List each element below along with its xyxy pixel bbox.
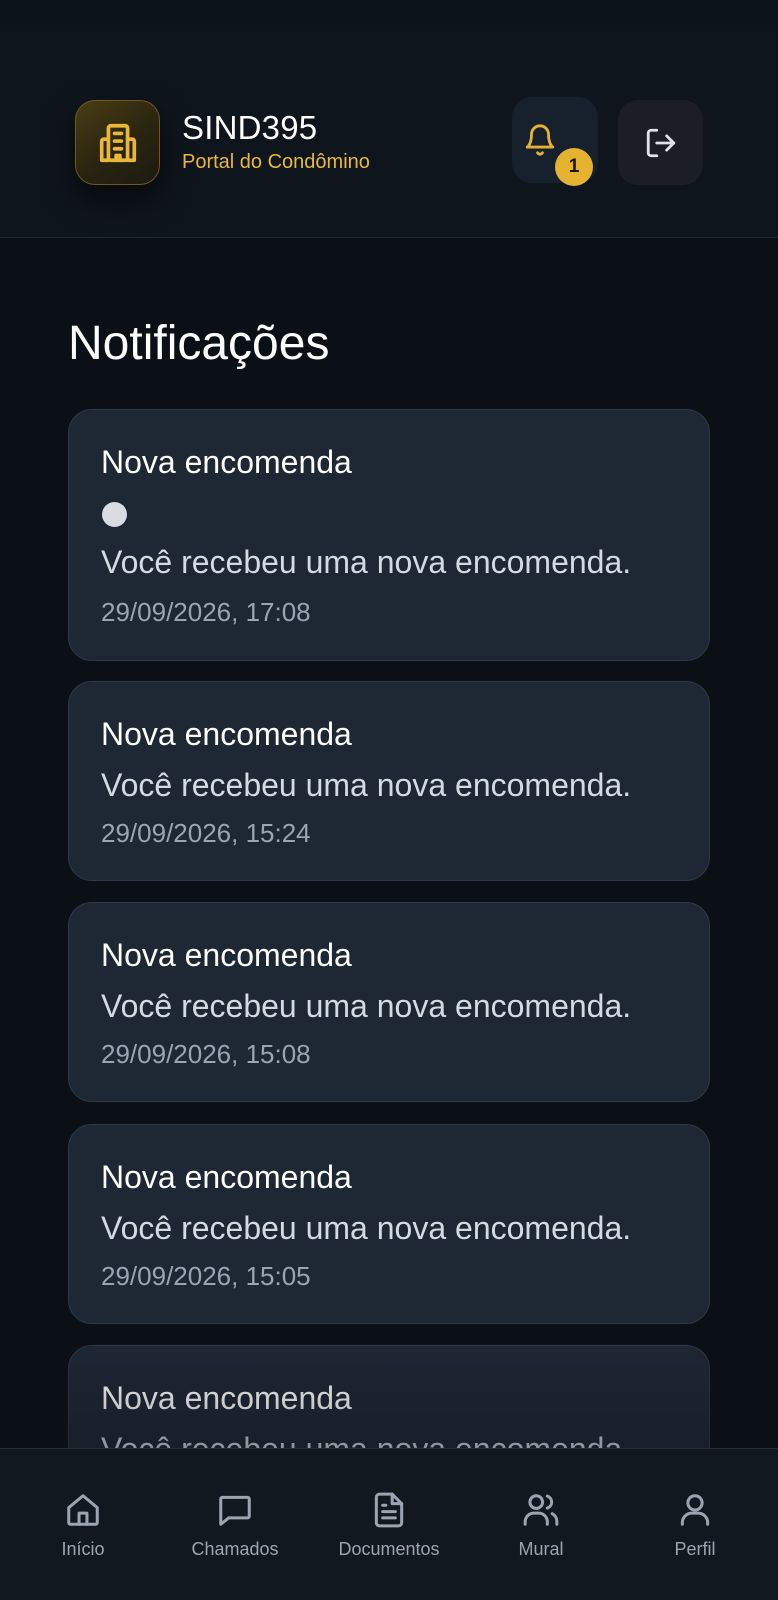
nav-item-chamados[interactable]: Chamados — [160, 1449, 310, 1600]
home-icon — [67, 1494, 99, 1526]
logo — [75, 100, 160, 185]
bell-icon — [525, 124, 555, 156]
nav-label: Perfil — [674, 1539, 716, 1559]
app-subtitle: Portal do Condômino — [182, 151, 370, 173]
nav-label: Início — [61, 1539, 105, 1559]
notification-time: 29/09/2026, 15:05 — [101, 1261, 311, 1291]
nav-label: Documentos — [338, 1539, 440, 1559]
nav-item-documentos[interactable]: Documentos — [314, 1449, 464, 1600]
nav-label: Chamados — [191, 1539, 279, 1559]
notification-time: 29/09/2026, 17:08 — [101, 597, 311, 627]
document-icon — [374, 1492, 404, 1528]
nav-item-inicio[interactable]: Início — [8, 1449, 158, 1600]
page-title: Notificações — [68, 317, 330, 370]
bottom-nav: Início Chamados Documentos Mural Perfil — [0, 1448, 778, 1600]
notification-title: Nova encomenda — [101, 937, 352, 973]
notification-message: Você recebeu uma nova encomenda. — [101, 988, 632, 1024]
app-title: SIND395 — [182, 109, 318, 146]
notification-count-badge: 1 — [555, 148, 593, 186]
notification-title: Nova encomenda — [101, 444, 352, 480]
notification-card[interactable]: Nova encomenda Você recebeu uma nova enc… — [68, 681, 710, 881]
notification-card[interactable]: Nova encomenda Você recebeu uma nova enc… — [68, 409, 710, 661]
logout-button[interactable] — [618, 100, 703, 185]
notification-message: Você recebeu uma nova encomenda. — [101, 767, 632, 803]
logout-icon — [646, 128, 675, 157]
notification-title: Nova encomenda — [101, 716, 352, 752]
notification-title: Nova encomenda — [101, 1159, 352, 1195]
users-icon — [523, 1494, 559, 1526]
app-header: SIND395 Portal do Condômino 1 — [0, 27, 778, 238]
user-icon — [680, 1494, 710, 1526]
notification-message: Você recebeu uma nova encomenda. — [101, 544, 632, 580]
nav-label: Mural — [518, 1539, 564, 1559]
building-icon — [99, 123, 136, 162]
chat-icon — [219, 1495, 251, 1526]
status-strip — [0, 0, 778, 27]
notification-card[interactable]: Nova encomenda Você recebeu uma nova enc… — [68, 902, 710, 1102]
nav-item-mural[interactable]: Mural — [466, 1449, 616, 1600]
notification-time: 29/09/2026, 15:08 — [101, 1039, 311, 1069]
notification-message: Você recebeu uma nova encomenda. — [101, 1210, 632, 1246]
nav-item-perfil[interactable]: Perfil — [620, 1449, 770, 1600]
unread-indicator — [102, 502, 127, 527]
notification-card[interactable]: Nova encomenda Você recebeu uma nova enc… — [68, 1124, 710, 1324]
notification-title: Nova encomenda — [101, 1380, 352, 1416]
notification-time: 29/09/2026, 15:24 — [101, 818, 311, 848]
